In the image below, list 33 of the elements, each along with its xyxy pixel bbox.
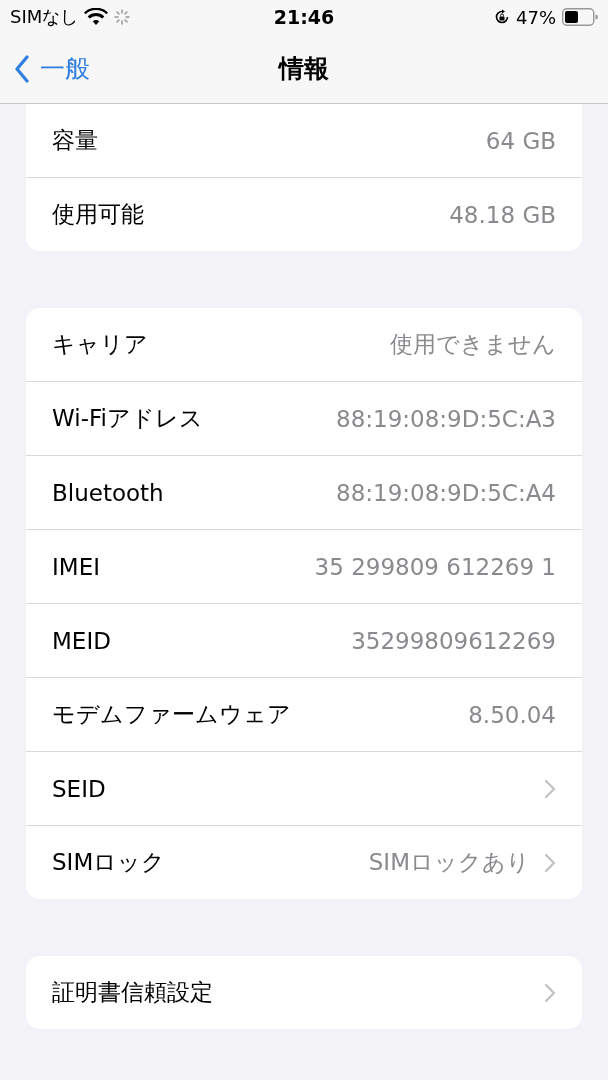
row-value: SIMロックあり bbox=[368, 848, 530, 877]
battery-icon bbox=[562, 8, 598, 26]
row-label: MEID bbox=[52, 627, 111, 654]
row-value: 使用できません bbox=[390, 330, 556, 359]
page-title: 情報 bbox=[279, 53, 329, 85]
row-label: モデムファームウェア bbox=[52, 700, 291, 729]
row-label: キャリア bbox=[52, 330, 148, 359]
battery-percent: 47% bbox=[516, 6, 556, 28]
row-label: Wi-Fiアドレス bbox=[52, 404, 203, 433]
back-chevron-icon bbox=[14, 54, 30, 83]
row-value: 88:19:08:9D:5C:A4 bbox=[336, 479, 556, 506]
row-value: 35 299809 612269 1 bbox=[314, 553, 556, 580]
row-value: 88:19:08:9D:5C:A3 bbox=[336, 405, 556, 432]
rotation-lock-icon bbox=[494, 9, 510, 25]
row-value: 48.18 GB bbox=[449, 201, 556, 228]
carrier-label: SIMなし bbox=[10, 5, 79, 29]
clock-time: 21:46 bbox=[273, 6, 335, 28]
row-value: 8.50.04 bbox=[468, 701, 556, 728]
row-label: 使用可能 bbox=[52, 200, 144, 229]
row-value: 35299809612269 bbox=[351, 627, 556, 654]
chevron-icon[interactable] bbox=[544, 982, 556, 1003]
row-label: Bluetooth bbox=[52, 479, 164, 506]
back-button[interactable]: 一般 bbox=[0, 52, 104, 85]
chevron-icon[interactable] bbox=[544, 852, 556, 873]
row-label: SIMロック bbox=[52, 848, 166, 877]
row-label: 容量 bbox=[52, 126, 98, 155]
wifi-icon bbox=[84, 8, 109, 26]
row-label: 証明書信頼設定 bbox=[52, 978, 213, 1007]
loading-icon bbox=[114, 9, 131, 25]
row-label: IMEI bbox=[52, 553, 100, 580]
chevron-icon[interactable] bbox=[544, 778, 556, 799]
row-value: 64 GB bbox=[485, 127, 556, 154]
row-label: SEID bbox=[52, 775, 106, 802]
